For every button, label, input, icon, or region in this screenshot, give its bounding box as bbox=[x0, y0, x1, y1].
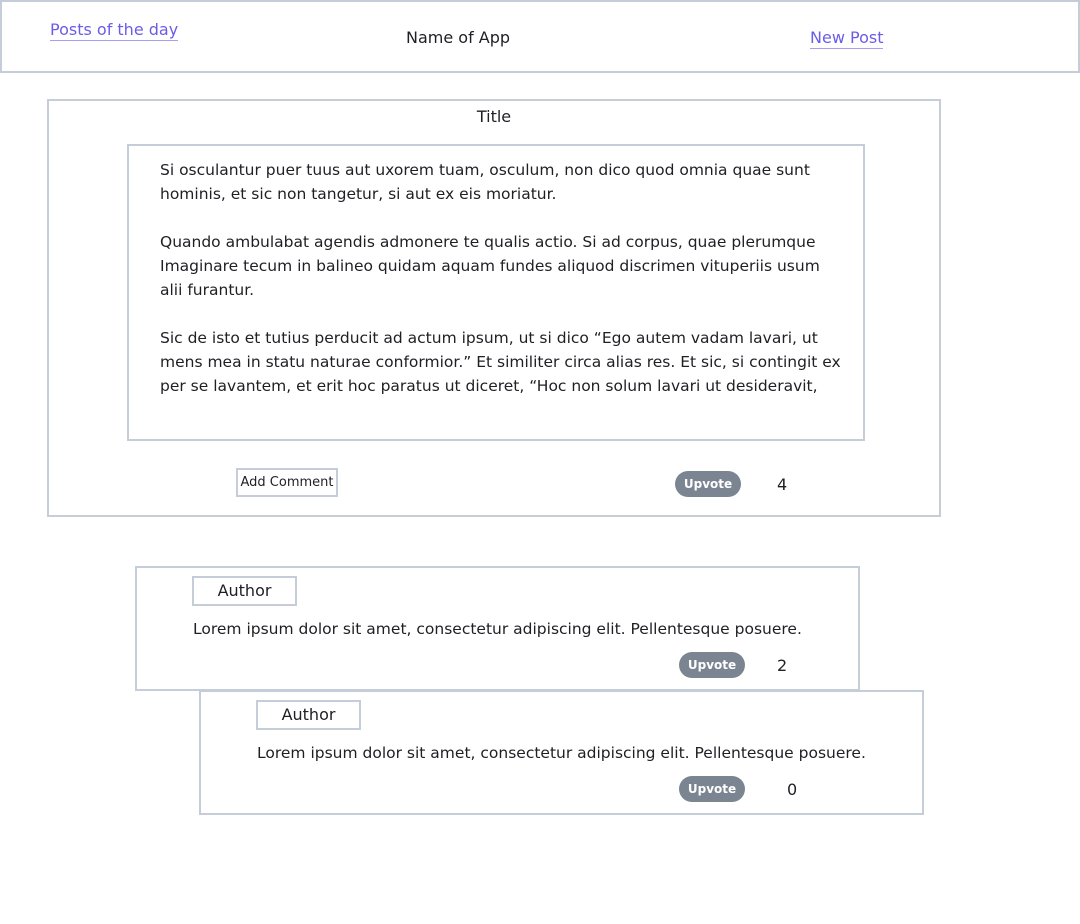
comment-text: Lorem ipsum dolor sit amet, consectetur … bbox=[257, 744, 866, 762]
post-upvote-button[interactable]: Upvote bbox=[675, 471, 741, 497]
post-upvote-count: 4 bbox=[777, 475, 788, 494]
new-post-link[interactable]: New Post bbox=[810, 28, 884, 49]
comment-author: Author bbox=[192, 576, 297, 606]
add-comment-button[interactable]: Add Comment bbox=[236, 468, 338, 497]
comment-text: Lorem ipsum dolor sit amet, consectetur … bbox=[193, 620, 802, 638]
post-card: Title Si osculantur puer tuus aut uxorem… bbox=[47, 99, 941, 517]
comment-card: Author Lorem ipsum dolor sit amet, conse… bbox=[199, 690, 924, 815]
posts-of-the-day-link[interactable]: Posts of the day bbox=[50, 20, 179, 41]
post-body: Si osculantur puer tuus aut uxorem tuam,… bbox=[127, 144, 865, 441]
app-name: Name of App bbox=[406, 28, 511, 47]
post-paragraph: Quando ambulabat agendis admonere te qua… bbox=[160, 233, 820, 299]
app-header: Posts of the day Name of App New Post bbox=[0, 0, 1080, 73]
comment-card: Author Lorem ipsum dolor sit amet, conse… bbox=[135, 566, 860, 691]
post-paragraph: Sic de isto et tutius perducit ad actum … bbox=[160, 329, 841, 395]
post-title: Title bbox=[476, 107, 512, 126]
comment-upvote-count: 0 bbox=[787, 780, 798, 799]
comment-upvote-button[interactable]: Upvote bbox=[679, 652, 745, 678]
comment-author: Author bbox=[256, 700, 361, 730]
post-paragraph: Si osculantur puer tuus aut uxorem tuam,… bbox=[160, 161, 810, 203]
comment-upvote-button[interactable]: Upvote bbox=[679, 776, 745, 802]
comment-upvote-count: 2 bbox=[777, 656, 788, 675]
